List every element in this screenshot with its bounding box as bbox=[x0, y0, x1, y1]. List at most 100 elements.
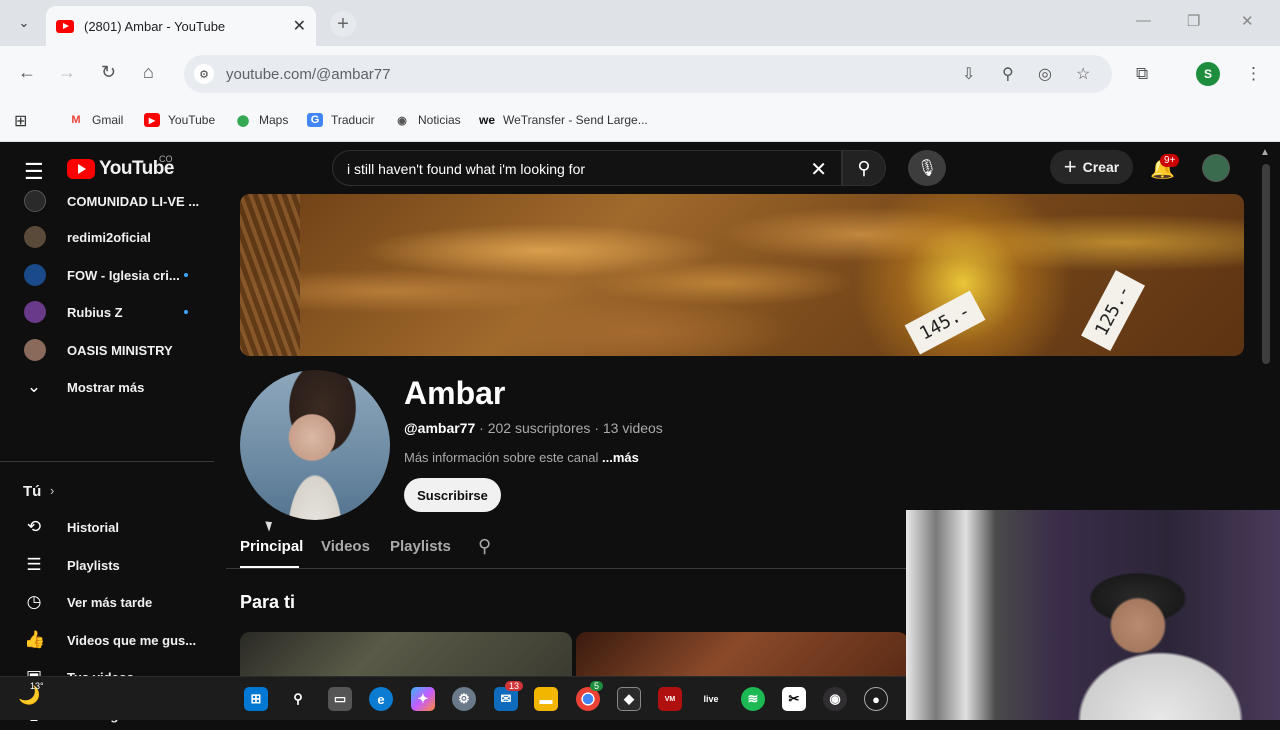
create-button[interactable]: + Crear bbox=[1050, 150, 1133, 184]
tab-principal[interactable]: Principal bbox=[240, 538, 303, 555]
github-icon[interactable]: ● bbox=[864, 687, 888, 711]
youtube-logo[interactable]: YouTube bbox=[67, 158, 174, 180]
video-count: 13 videos bbox=[602, 420, 663, 436]
tab-bar: ⌄ (2801) Ambar - YouTube ✕ + — ❐ ✕ bbox=[0, 0, 1280, 46]
site-info-icon[interactable]: ⚙ bbox=[194, 64, 214, 84]
tab-videos[interactable]: Videos bbox=[321, 538, 370, 555]
bookmark-wetransfer[interactable]: we WeTransfer - Send Large... bbox=[479, 113, 648, 127]
sidebar-item-playlists[interactable]: ☰ Playlists bbox=[24, 550, 204, 580]
restore-button[interactable]: ❐ bbox=[1187, 12, 1200, 30]
tab-search-button[interactable]: ⌄ bbox=[10, 9, 38, 37]
video-thumbnail[interactable] bbox=[240, 632, 572, 682]
sidebar-subscription[interactable]: COMUNIDAD LI-VE ... bbox=[24, 186, 204, 216]
obs-icon[interactable]: ◉ bbox=[823, 687, 847, 711]
back-button[interactable]: ← bbox=[18, 62, 36, 83]
vpn-icon[interactable]: ◆ bbox=[617, 687, 641, 711]
sidebar-subscription[interactable]: FOW - Iglesia cri... bbox=[24, 260, 204, 290]
sidebar-item-label: Ver más tarde bbox=[67, 594, 153, 610]
microphone-icon: 🎙 bbox=[916, 160, 938, 177]
webcam-overlay bbox=[906, 510, 1280, 720]
sidebar-item-watch-later[interactable]: ◷ Ver más tarde bbox=[24, 587, 204, 617]
new-tab-button[interactable]: + bbox=[330, 11, 356, 37]
chevron-right-icon[interactable]: › bbox=[50, 483, 54, 498]
minimize-button[interactable]: — bbox=[1136, 12, 1151, 29]
subscription-name: OASIS MINISTRY bbox=[67, 342, 173, 358]
chevron-down-icon: ⌄ bbox=[26, 377, 42, 396]
you-section-title[interactable]: Tú bbox=[23, 483, 41, 500]
show-more-button[interactable]: ⌄ Mostrar más bbox=[24, 372, 204, 402]
bookmark-youtube[interactable]: ▶ YouTube bbox=[144, 113, 215, 127]
sidebar-subscription[interactable]: OASIS MINISTRY bbox=[24, 335, 204, 365]
bookmark-traducir[interactable]: G Traducir bbox=[307, 113, 375, 127]
forward-button[interactable]: → bbox=[58, 62, 76, 83]
channel-handle: @ambar77 bbox=[404, 420, 476, 436]
tabs-divider bbox=[226, 568, 906, 569]
scroll-up-arrow-icon[interactable]: ▲ bbox=[1260, 147, 1270, 158]
subscribe-button[interactable]: Suscribirse bbox=[404, 478, 501, 512]
search-icon[interactable]: ⚲ bbox=[286, 687, 310, 711]
browser-chrome: ⌄ (2801) Ambar - YouTube ✕ + — ❐ ✕ ← → ↻… bbox=[0, 0, 1280, 142]
more-link[interactable]: ...más bbox=[602, 450, 639, 465]
windows-start-icon[interactable]: ⊞ bbox=[244, 687, 268, 711]
browser-tab[interactable]: (2801) Ambar - YouTube ✕ bbox=[46, 6, 316, 46]
playlists-icon: ☰ bbox=[26, 555, 42, 574]
search-query[interactable]: i still haven't found what i'm looking f… bbox=[347, 161, 585, 177]
edge-icon[interactable]: e bbox=[369, 687, 393, 711]
tracking-protection-icon[interactable]: ◎ bbox=[1038, 64, 1052, 84]
mail-badge: 13 bbox=[505, 681, 524, 691]
bookmark-label: Traducir bbox=[331, 113, 375, 127]
news-icon: ◉ bbox=[397, 114, 407, 127]
search-button[interactable]: ⚲ bbox=[842, 150, 886, 186]
bookmark-label: WeTransfer - Send Large... bbox=[503, 113, 648, 127]
new-content-dot bbox=[184, 273, 188, 277]
extensions-icon[interactable]: ⧉ bbox=[1136, 64, 1148, 84]
bookmark-star-icon[interactable]: ☆ bbox=[1076, 64, 1090, 84]
tab-close-icon[interactable]: ✕ bbox=[293, 16, 306, 36]
channel-description-link[interactable]: Más información sobre este canal ...más bbox=[404, 450, 639, 465]
meta-separator: · bbox=[479, 420, 488, 436]
profile-avatar[interactable]: S bbox=[1196, 62, 1220, 86]
hamburger-menu-icon[interactable]: ☰ bbox=[24, 159, 44, 185]
capcut-icon[interactable]: ✂ bbox=[782, 687, 806, 711]
apps-grid-icon[interactable]: ⊞ bbox=[14, 111, 27, 131]
sidebar-item-liked-videos[interactable]: 👍 Videos que me gus... bbox=[24, 625, 204, 655]
channel-avatar[interactable] bbox=[240, 370, 390, 520]
user-avatar[interactable] bbox=[1202, 154, 1230, 182]
home-button[interactable]: ⌂ bbox=[143, 62, 154, 83]
task-view-icon[interactable]: ▭ bbox=[328, 687, 352, 711]
wetransfer-icon: we bbox=[479, 113, 496, 127]
maps-icon: ⬤ bbox=[236, 114, 250, 127]
clear-search-icon[interactable]: ✕ bbox=[810, 157, 827, 182]
zoom-icon[interactable]: ⚲ bbox=[1002, 64, 1014, 84]
bookmark-label: Maps bbox=[259, 113, 289, 127]
scrollbar-thumb[interactable] bbox=[1262, 164, 1270, 364]
search-input[interactable]: i still haven't found what i'm looking f… bbox=[332, 150, 842, 186]
reload-button[interactable]: ↻ bbox=[101, 62, 116, 83]
channel-search-icon[interactable]: ⚲ bbox=[478, 536, 491, 557]
tab-playlists[interactable]: Playlists bbox=[390, 538, 451, 555]
close-window-button[interactable]: ✕ bbox=[1241, 12, 1254, 30]
bookmark-label: Noticias bbox=[418, 113, 461, 127]
install-app-icon[interactable]: ⇩ bbox=[962, 64, 975, 84]
settings-icon[interactable]: ⚙ bbox=[452, 687, 476, 711]
price-tag: 145.- bbox=[904, 290, 986, 355]
video-thumbnail[interactable] bbox=[576, 632, 908, 682]
bookmark-label: YouTube bbox=[168, 113, 216, 127]
file-explorer-icon[interactable]: ▬ bbox=[534, 687, 558, 711]
voicemeeter-icon[interactable]: VM bbox=[658, 687, 682, 711]
copilot-icon[interactable]: ✦ bbox=[411, 687, 435, 711]
bookmark-gmail[interactable]: M Gmail bbox=[68, 113, 123, 127]
bookmark-noticias[interactable]: ◉ Noticias bbox=[394, 113, 461, 127]
browser-menu-icon[interactable]: ⋮ bbox=[1245, 64, 1262, 84]
sidebar-subscription[interactable]: Rubius Z bbox=[24, 297, 204, 327]
bookmark-maps[interactable]: ⬤ Maps bbox=[235, 113, 289, 127]
mouse-cursor bbox=[265, 519, 275, 532]
sidebar-item-historial[interactable]: ⟲ Historial bbox=[24, 512, 204, 542]
voice-search-button[interactable]: 🎙 bbox=[908, 150, 946, 186]
url-text[interactable]: youtube.com/@ambar77 bbox=[226, 66, 390, 83]
history-icon: ⟲ bbox=[26, 517, 42, 536]
live-icon[interactable]: live bbox=[699, 687, 723, 711]
spotify-icon[interactable]: ≋ bbox=[741, 687, 765, 711]
sidebar-subscription[interactable]: redimi2oficial bbox=[24, 222, 204, 252]
address-bar[interactable]: ⚙ youtube.com/@ambar77 ⇩ ⚲ ◎ ☆ bbox=[184, 55, 1112, 93]
